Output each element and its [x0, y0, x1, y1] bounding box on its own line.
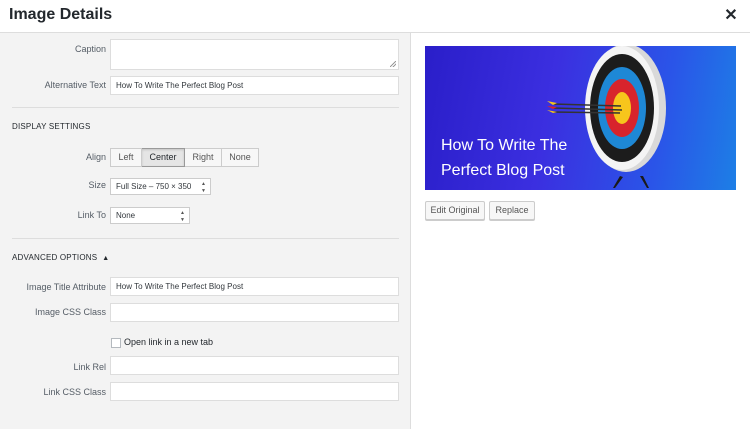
settings-panel: Caption Alternative Text How To Write Th…	[0, 33, 411, 429]
image-preview: How To Write The Perfect Blog Post	[425, 46, 736, 190]
alt-text-field[interactable]: How To Write The Perfect Blog Post	[110, 76, 399, 95]
size-select[interactable]: Full Size – 750 × 350 ▲ ▼	[110, 178, 211, 195]
alt-text-label: Alternative Text	[44, 80, 106, 90]
edit-original-button[interactable]: Edit Original	[425, 201, 485, 220]
new-tab-checkbox[interactable]	[111, 338, 121, 348]
link-rel-field[interactable]	[110, 356, 399, 375]
advanced-options-toggle[interactable]: ADVANCED OPTIONS ▲	[12, 253, 109, 262]
caption-field[interactable]	[110, 39, 399, 70]
align-center-button[interactable]: Center	[142, 148, 185, 167]
triangle-up-icon: ▲	[102, 255, 110, 262]
modal-title: Image Details	[9, 6, 113, 23]
new-tab-label: Open link in a new tab	[124, 337, 214, 347]
align-none-button[interactable]: None	[222, 148, 259, 167]
image-details-modal: Image Details ✕ Caption Alternative Text…	[0, 0, 750, 429]
link-to-select-value: None	[116, 211, 136, 220]
replace-button[interactable]: Replace	[489, 201, 535, 220]
link-to-label: Link To	[77, 210, 106, 220]
align-label: Align	[85, 152, 106, 162]
advanced-options-heading: ADVANCED OPTIONS	[12, 253, 98, 262]
title-attribute-label: Image Title Attribute	[26, 282, 106, 292]
image-css-class-label: Image CSS Class	[34, 307, 106, 317]
link-rel-label: Link Rel	[73, 362, 106, 372]
link-to-select[interactable]: None ▲ ▼	[110, 207, 190, 224]
resize-grip-icon[interactable]	[390, 61, 396, 67]
preview-caption-text: How To Write The Perfect Blog Post	[441, 137, 568, 179]
close-icon[interactable]: ✕	[722, 6, 740, 26]
link-css-class-field[interactable]	[110, 382, 399, 401]
caption-label: Caption	[74, 44, 106, 54]
align-right-button[interactable]: Right	[185, 148, 222, 167]
title-attribute-field[interactable]: How To Write The Perfect Blog Post	[110, 277, 399, 296]
preview-panel: How To Write The Perfect Blog Post Edit …	[411, 33, 750, 429]
size-select-value: Full Size – 750 × 350	[116, 182, 192, 191]
divider	[12, 107, 399, 108]
link-css-class-label: Link CSS Class	[43, 387, 106, 397]
divider	[12, 238, 399, 239]
size-label: Size	[88, 180, 106, 190]
image-css-class-field[interactable]	[110, 303, 399, 322]
modal-header: Image Details ✕	[0, 0, 750, 33]
chevron-down-icon: ▲ ▼	[201, 181, 206, 194]
align-button-group: Left Center Right None	[110, 148, 259, 167]
align-left-button[interactable]: Left	[110, 148, 142, 167]
chevron-down-icon: ▲ ▼	[180, 210, 185, 223]
display-settings-heading: DISPLAY SETTINGS	[12, 122, 91, 131]
